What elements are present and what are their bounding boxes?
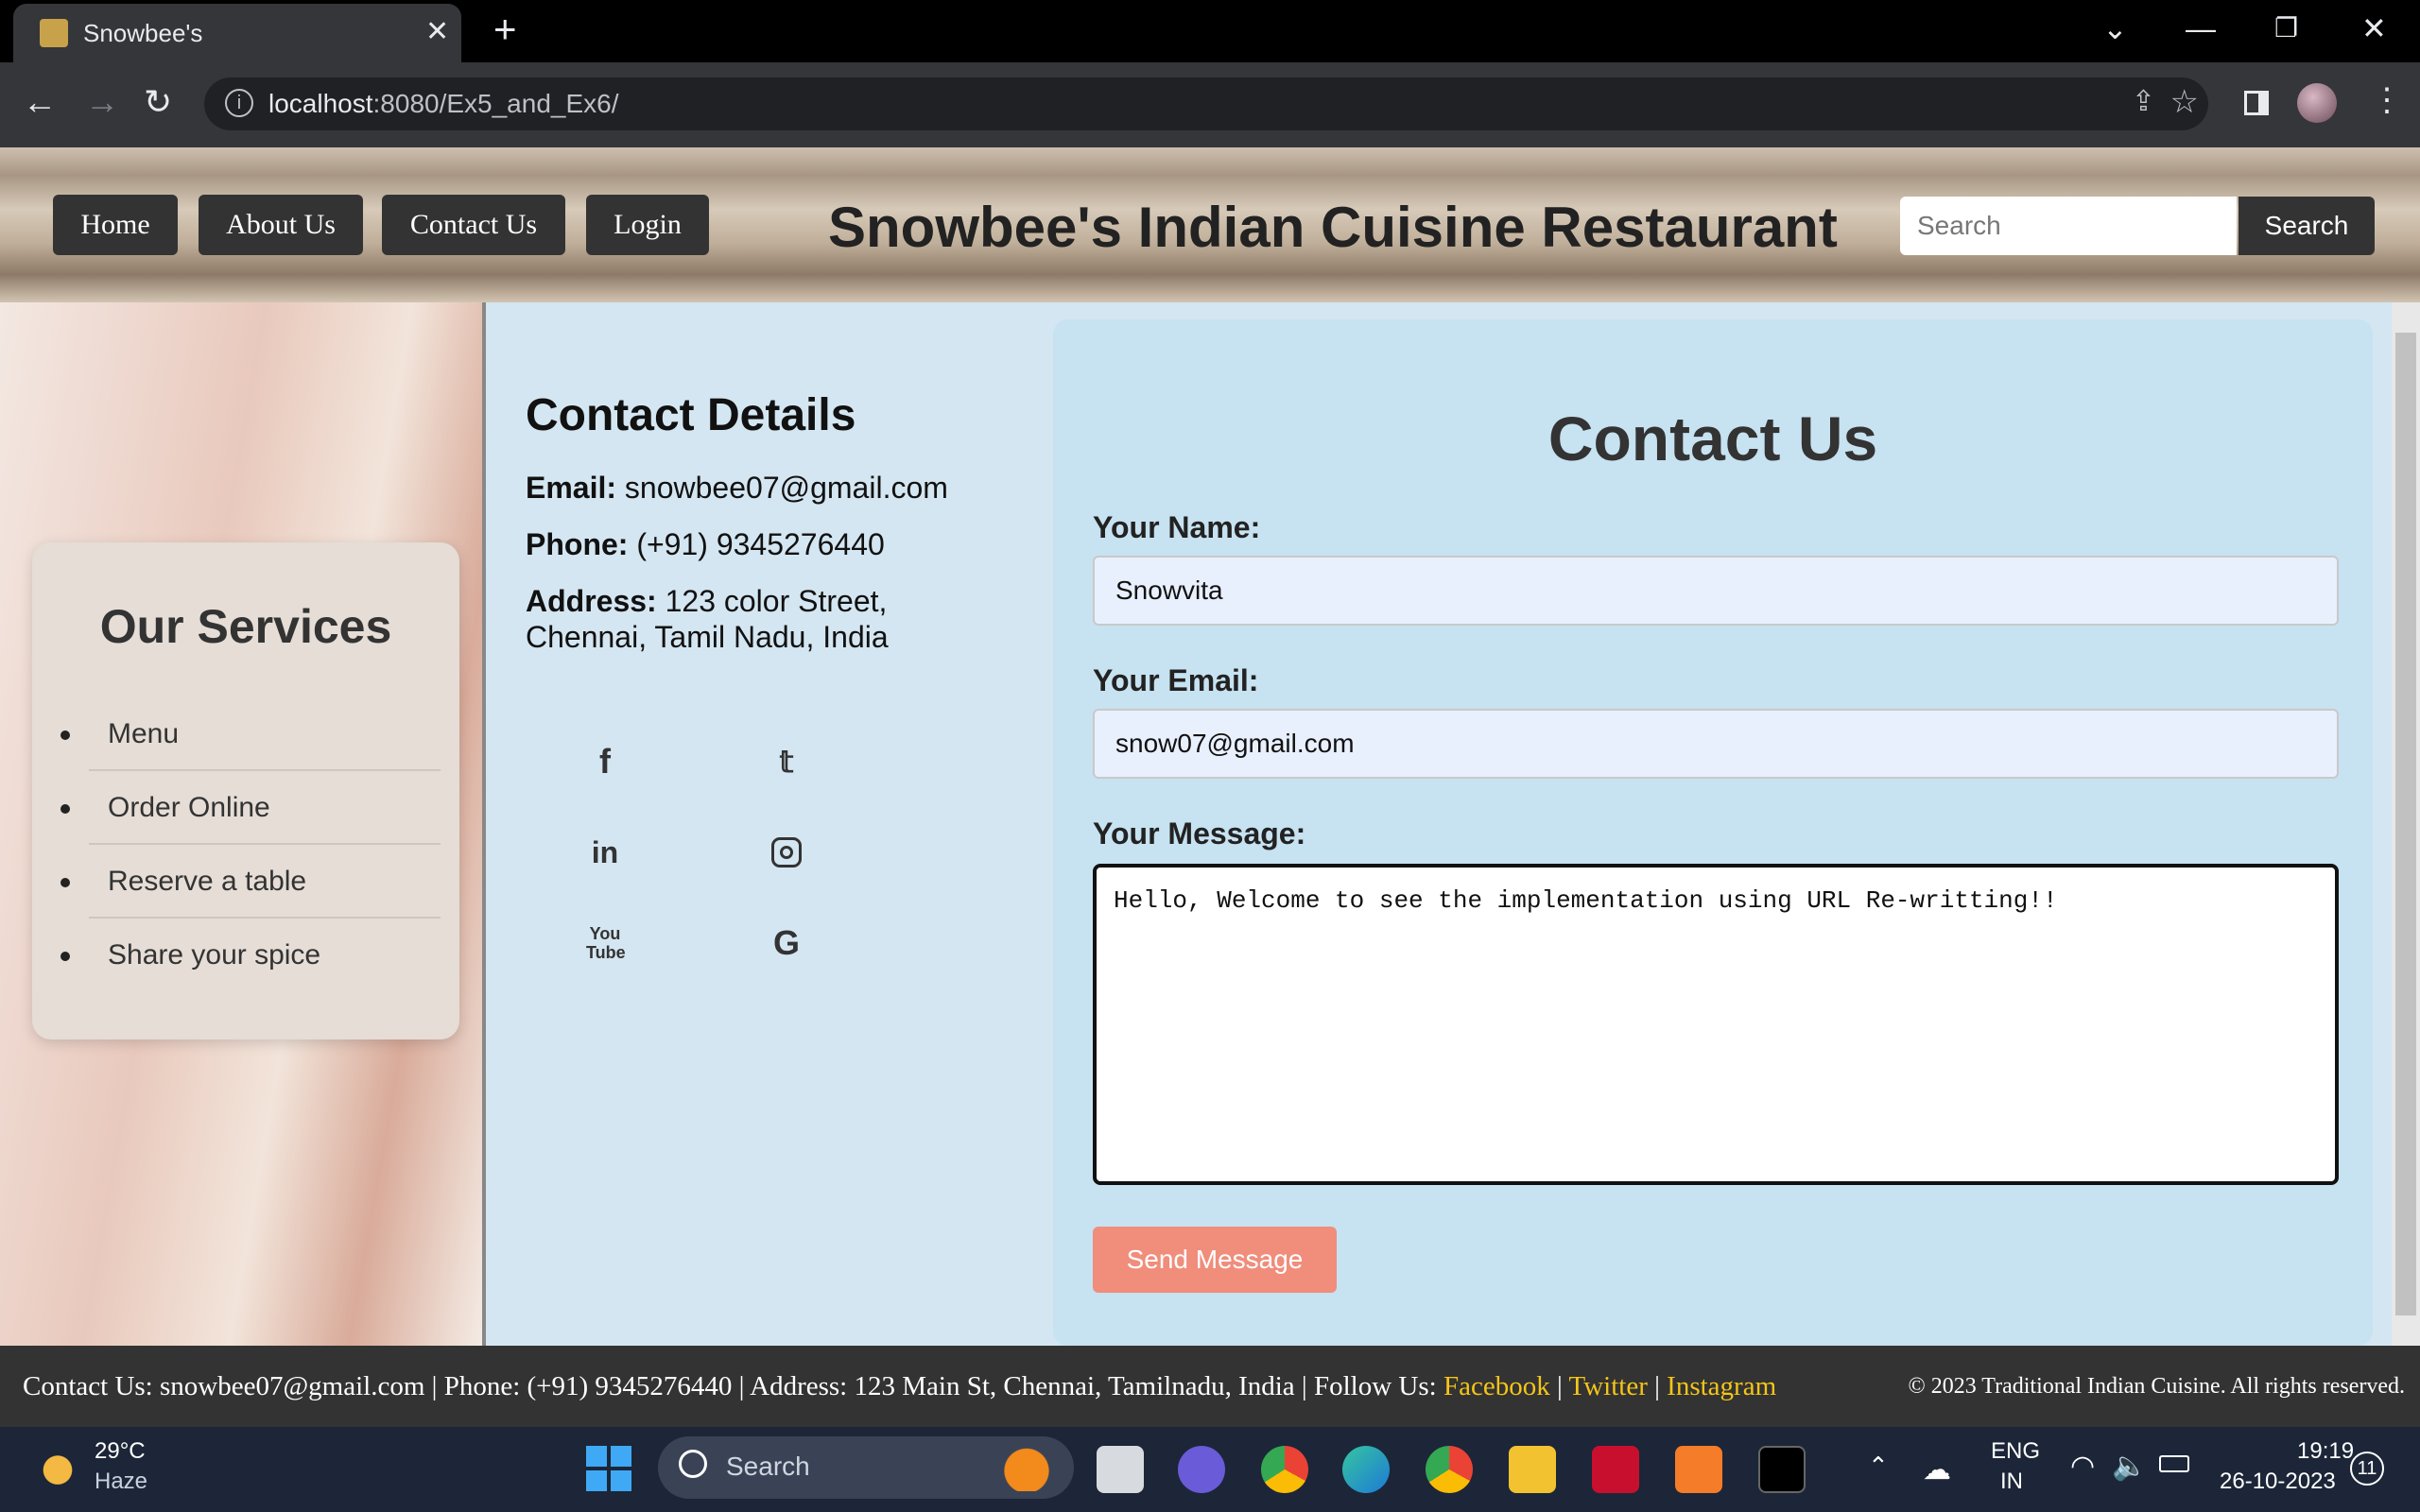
taskbar-search-label: Search (726, 1452, 810, 1481)
new-tab-button[interactable]: + (493, 9, 517, 49)
service-item-reserve-table[interactable]: Reserve a table (60, 845, 441, 919)
terminal-icon[interactable] (1758, 1446, 1806, 1493)
region-indicator[interactable]: IN (2000, 1469, 2023, 1495)
contact-details-title: Contact Details (526, 390, 856, 440)
nav-home-button[interactable]: Home (53, 195, 178, 255)
back-icon[interactable]: ← (23, 83, 57, 121)
footer-twitter-link[interactable]: Twitter (1569, 1371, 1648, 1401)
pumpkin-highlight-icon (985, 1446, 1061, 1491)
email-field[interactable]: snow07@gmail.com (1093, 709, 2339, 779)
browser-menu-icon[interactable]: ⋮ (2371, 81, 2403, 119)
side-panel-icon[interactable] (2244, 91, 2269, 115)
form-title: Contact Us (1547, 404, 1878, 473)
message-label: Your Message: (1093, 816, 1306, 850)
services-title: Our Services (99, 600, 392, 653)
site-footer: Contact Us: snowbee07@gmail.com | Phone:… (0, 1346, 2420, 1427)
tray-overflow-icon[interactable]: ⌃ (1868, 1452, 1889, 1481)
name-label: Your Name: (1093, 510, 1261, 544)
site-header: Home About Us Contact Us Login Snowbee's… (0, 147, 2420, 302)
twitter-icon[interactable]: 𝕥 (768, 743, 805, 781)
close-window-icon[interactable]: ✕ (2361, 9, 2387, 47)
footer-contact-text: Contact Us: snowbee07@gmail.com | Phone:… (23, 1371, 1777, 1401)
notification-badge[interactable]: 11 (2350, 1452, 2384, 1486)
send-message-button[interactable]: Send Message (1093, 1227, 1337, 1293)
message-textarea[interactable]: Hello, Welcome to see the implementation… (1093, 864, 2339, 1185)
google-icon[interactable]: G (768, 924, 805, 962)
clock-date[interactable]: 26-10-2023 (2220, 1469, 2336, 1495)
url-text: localhost:8080/Ex5_and_Ex6/ (268, 89, 619, 118)
xampp-icon[interactable] (1675, 1446, 1722, 1493)
reload-icon[interactable]: ↻ (144, 83, 172, 121)
weather-condition: Haze (95, 1469, 148, 1494)
profile-avatar[interactable] (2297, 83, 2337, 123)
site-title: Snowbee's Indian Cuisine Restaurant (828, 196, 1838, 259)
tab-search-chevron-icon[interactable]: ⌄ (2102, 9, 2128, 47)
weather-icon[interactable] (34, 1444, 81, 1487)
language-indicator[interactable]: ENG (1991, 1438, 2040, 1465)
onedrive-icon[interactable]: ☁ (1923, 1453, 1951, 1486)
facebook-icon[interactable]: f (586, 743, 624, 781)
minimize-icon[interactable]: — (2186, 9, 2216, 47)
bookmark-star-icon[interactable]: ☆ (2170, 83, 2199, 121)
nav-about-button[interactable]: About Us (199, 195, 363, 255)
youtube-icon[interactable]: You Tube (586, 924, 626, 962)
browser-tab[interactable]: Snowbee's ✕ (13, 4, 461, 62)
service-item-share-spice[interactable]: Share your spice (60, 919, 441, 992)
linkedin-icon[interactable]: in (586, 833, 624, 871)
tab-title: Snowbee's (83, 19, 203, 47)
search-button[interactable]: Search (2238, 197, 2375, 255)
scrollbar-thumb[interactable] (2395, 333, 2416, 1315)
footer-instagram-link[interactable]: Instagram (1667, 1371, 1776, 1401)
wifi-icon[interactable]: ◠ (2070, 1450, 2095, 1483)
address-bar[interactable]: i localhost:8080/Ex5_and_Ex6/ ⇪ ☆ (204, 77, 2208, 130)
taskbar-search[interactable]: Search (658, 1436, 1074, 1499)
contact-address: Address: 123 color Street, Chennai, Tamil… (526, 584, 889, 654)
site-favicon-icon (40, 19, 68, 47)
file-explorer-icon[interactable] (1509, 1446, 1556, 1493)
instagram-icon[interactable] (768, 833, 805, 871)
clock-time[interactable]: 19:19 (2297, 1438, 2354, 1465)
service-item-menu[interactable]: Menu (60, 697, 441, 771)
weather-temperature: 29°C (95, 1438, 146, 1464)
search-icon (679, 1450, 707, 1478)
teams-chat-icon[interactable] (1178, 1446, 1225, 1493)
nav-login-button[interactable]: Login (586, 195, 709, 255)
contact-phone: Phone: (+91) 9345276440 (526, 527, 885, 561)
mcafee-icon[interactable] (1592, 1446, 1639, 1493)
footer-facebook-link[interactable]: Facebook (1443, 1371, 1550, 1401)
nav-contact-button[interactable]: Contact Us (382, 195, 565, 255)
volume-icon[interactable]: 🔈 (2112, 1450, 2147, 1483)
search-input[interactable]: Search (1900, 197, 2237, 255)
email-label: Your Email: (1093, 663, 1259, 697)
windows-start-icon[interactable] (586, 1446, 631, 1491)
edge-icon[interactable] (1342, 1446, 1390, 1493)
restore-icon[interactable]: ❐ (2274, 9, 2298, 47)
page-content: Home About Us Contact Us Login Snowbee's… (0, 147, 2420, 1346)
contact-details: Contact Details Email: snowbee07@gmail.c… (526, 389, 1036, 676)
chrome-icon[interactable] (1261, 1446, 1308, 1493)
services-panel: Our Services Menu Order Online Reserve a… (32, 542, 459, 1040)
contact-email: Email: snowbee07@gmail.com (526, 471, 948, 505)
name-field[interactable]: Snowvita (1093, 556, 2339, 626)
battery-icon[interactable] (2159, 1455, 2189, 1472)
forward-icon[interactable]: → (85, 83, 119, 121)
chrome-profile-icon[interactable] (1426, 1446, 1473, 1493)
site-info-icon[interactable]: i (225, 89, 253, 117)
service-item-order-online[interactable]: Order Online (60, 771, 441, 845)
contact-form: Contact Us Your Name: Snowvita Your Emai… (1053, 319, 2373, 1346)
footer-copyright: © 2023 Traditional Indian Cuisine. All r… (1908, 1374, 2405, 1399)
task-view-icon[interactable] (1097, 1446, 1144, 1493)
share-icon[interactable]: ⇪ (2132, 85, 2155, 118)
close-tab-icon[interactable]: ✕ (425, 15, 449, 48)
